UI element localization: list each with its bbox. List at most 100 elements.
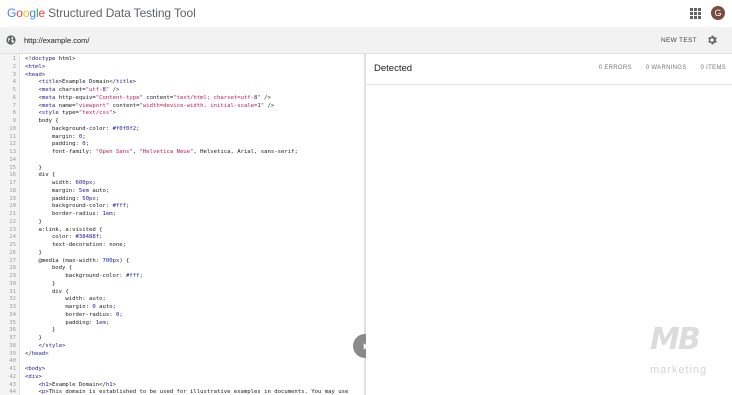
url-input[interactable] [24,34,424,47]
code-line[interactable]: 3 <head> [0,72,364,80]
code-text: <meta name="viewport" content="width=dev… [25,102,275,109]
code-line[interactable]: 28 body { [0,265,364,273]
code-text: } [25,335,42,341]
result-counts: 0 ERRORS 0 WARNINGS 0 ITEMS [587,65,726,71]
apps-grid-icon[interactable] [690,8,701,19]
code-line[interactable]: 5 <meta charset="utf-8" /> [0,87,364,95]
code-line[interactable]: 43 <h1>Example Domain</h1> [0,382,364,390]
code-text: <h1>Example Domain</h1> [25,381,116,388]
line-number: 28 [9,265,16,272]
code-text: body { [25,265,73,272]
line-number: 11 [9,133,16,140]
code-text: </style> [25,342,66,349]
line-number: 42 [9,373,16,380]
code-text: padding: 1em; [25,319,110,326]
code-line[interactable]: 33 margin: 0 auto; [0,304,364,312]
code-line[interactable]: 29 background-color: #fff; [0,273,364,281]
code-text: width: auto; [25,296,106,303]
logo-letter: o [16,6,23,20]
code-text: } [25,327,56,334]
line-number: 1 [12,56,16,62]
code-text: </head> [25,350,49,357]
line-number: 32 [9,296,16,303]
code-line[interactable]: 13 font-family: "Open Sans", "Helvetica … [0,149,364,157]
line-number: 3 [12,71,16,78]
code-line[interactable]: 35 padding: 1em; [0,320,364,328]
code-line[interactable]: 9 body { [0,118,364,126]
code-line[interactable]: 11 margin: 0; [0,134,364,142]
code-line[interactable]: 17 width: 600px; [0,180,364,188]
code-line[interactable]: 4 <title>Example Domain</title> [0,79,364,87]
line-number: 33 [9,304,16,310]
code-text: background-color: #fff; [25,203,130,210]
code-text: } [25,280,56,287]
code-line[interactable]: 26 } [0,250,364,258]
avatar[interactable]: G [711,6,725,20]
code-editor[interactable]: 1 <!doctype html> 2 <html> 3 <head> 4 <title>E… [0,54,364,395]
code-line[interactable]: 20 background-color: #fff; [0,203,364,211]
code-line[interactable]: 10 background-color: #f0f0f2; [0,126,364,134]
line-number: 26 [9,249,16,256]
code-text: @media (max-width: 700px) { [25,257,130,264]
watermark-logo: MB marketing [648,322,732,382]
app-logo[interactable]: Google Structured Data Testing Tool [7,6,196,20]
results-header: Detected 0 ERRORS 0 WARNINGS 0 ITEMS [366,54,732,85]
code-line[interactable]: 31 div { [0,289,364,297]
new-test-button[interactable]: NEW TEST [655,34,703,47]
code-text: } [25,249,42,256]
code-line[interactable]: 16 div { [0,172,364,180]
code-text: margin: 0; [25,133,86,140]
code-line[interactable]: 41 <body> [0,366,364,374]
code-line[interactable]: 24 color: #38488f; [0,234,364,242]
line-number: 13 [9,149,16,155]
code-text: color: #38488f; [25,234,103,241]
line-number: 27 [9,257,16,264]
line-number: 37 [9,335,16,341]
errors-count[interactable]: 0 ERRORS [599,65,632,71]
code-line[interactable]: 21 border-radius: 1em; [0,211,364,219]
google-wordmark: Google [7,6,45,20]
line-number: 4 [12,79,16,86]
code-line[interactable]: 27 @media (max-width: 700px) { [0,258,364,266]
line-number: 29 [9,273,16,279]
code-line[interactable]: 36 } [0,327,364,335]
code-line[interactable]: 15 } [0,165,364,173]
code-line[interactable]: 23 a:link, a:visited { [0,227,364,235]
code-line[interactable]: 7 <meta name="viewport" content="width=d… [0,103,364,111]
line-number: 20 [9,203,16,210]
code-line[interactable]: 14 [0,157,364,165]
code-line[interactable]: 2 <html> [0,64,364,72]
code-text: div { [25,172,56,179]
code-text: background-color: #f0f0f2; [25,125,140,132]
line-number: 30 [9,280,16,287]
code-line[interactable]: 1 <!doctype html> [0,56,364,64]
code-line[interactable]: 44 <p>This domain is established to be u… [0,389,364,395]
gear-icon[interactable] [706,34,718,46]
code-line[interactable]: 8 <style type="text/css"> [0,110,364,118]
line-number: 9 [12,118,16,124]
code-text: border-radius: 0; [25,311,123,318]
code-line[interactable]: 25 text-decoration: none; [0,242,364,250]
line-number: 41 [9,366,16,372]
code-line[interactable]: 42 <div> [0,374,364,382]
code-line[interactable]: 38 </style> [0,343,364,351]
code-line[interactable]: 32 width: auto; [0,296,364,304]
warnings-count[interactable]: 0 WARNINGS [646,65,687,71]
line-number: 43 [9,381,16,388]
code-line[interactable]: 37 } [0,335,364,343]
code-line[interactable]: 18 margin: 5em auto; [0,188,364,196]
code-line[interactable]: 40 [0,358,364,366]
code-line[interactable]: 12 padding: 0; [0,141,364,149]
code-line[interactable]: 34 border-radius: 0; [0,312,364,320]
watermark-mark: MB [650,322,701,357]
line-number: 12 [9,141,16,148]
items-count[interactable]: 0 ITEMS [701,65,726,71]
code-lines: 1 <!doctype html> 2 <html> 3 <head> 4 <title>E… [0,56,364,395]
line-number: 38 [9,342,16,349]
code-line[interactable]: 22 } [0,219,364,227]
code-line[interactable]: 39 </head> [0,351,364,359]
code-line[interactable]: 19 padding: 50px; [0,196,364,204]
line-number: 25 [9,242,16,248]
code-line[interactable]: 30 } [0,281,364,289]
code-line[interactable]: 6 <meta http-equiv="Content-type" conten… [0,95,364,103]
